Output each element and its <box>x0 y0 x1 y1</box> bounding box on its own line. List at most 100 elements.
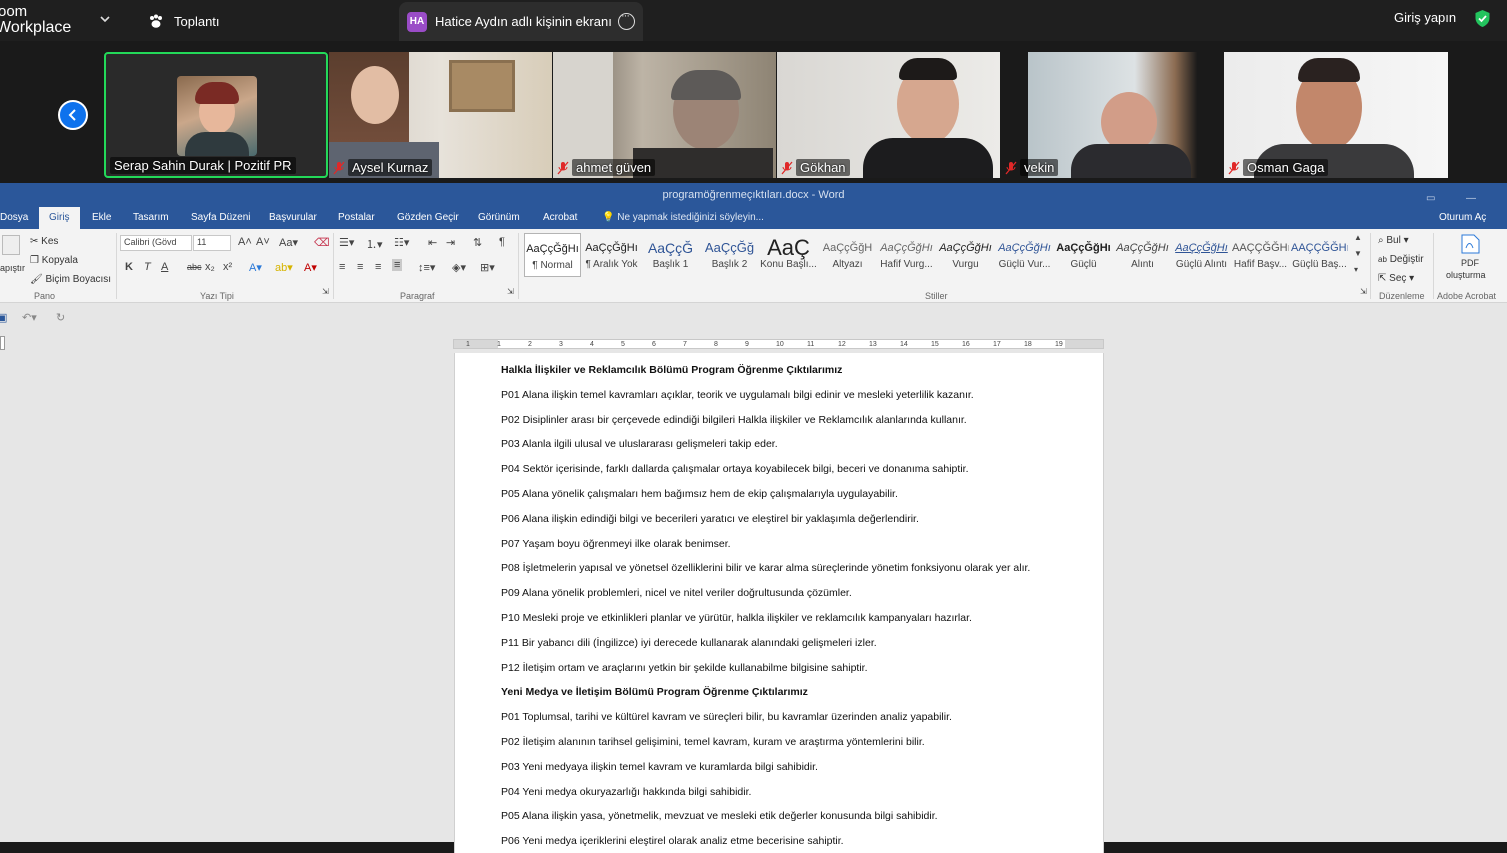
meeting-button[interactable]: Toplantı <box>148 10 220 32</box>
text-effects-icon[interactable]: A▾ <box>249 261 262 274</box>
style-6[interactable]: AaÇçĞğH Altyazı <box>819 233 876 277</box>
participant-tile[interactable]: vekin <box>1001 52 1224 178</box>
tab-acrobat[interactable]: Acrobat <box>543 207 577 229</box>
separator <box>1433 233 1434 299</box>
sort-icon[interactable]: ⇅ <box>473 236 482 249</box>
replace-button[interactable]: ab Değiştir <box>1378 254 1424 265</box>
chevron-down-icon[interactable] <box>98 12 112 26</box>
tell-me-box[interactable]: 💡 Ne yapmak istediğinizi söyleyin... <box>602 207 764 229</box>
separator <box>518 233 519 299</box>
styles-scroll-down[interactable]: ▼ <box>1354 249 1362 258</box>
bullets-icon[interactable]: ☰▾ <box>339 236 354 249</box>
underline-button[interactable]: A <box>161 261 168 273</box>
dialog-launcher-icon[interactable]: ⇲ <box>322 287 329 296</box>
justify-icon[interactable]: ≡ <box>392 259 403 271</box>
redo-icon[interactable]: ↻ <box>56 311 65 324</box>
italic-button[interactable]: T <box>144 261 151 273</box>
font-name-select[interactable]: Calibri (Gövd <box>120 235 192 251</box>
shading-icon[interactable]: ◈▾ <box>452 261 466 274</box>
find-button[interactable]: ⌕ Bul ▾ <box>1378 235 1409 246</box>
participant-tile[interactable]: Serap Sahin Durak | Pozitif PR <box>104 52 328 178</box>
pdf-icon[interactable] <box>1459 234 1481 254</box>
grow-font-icon[interactable]: A˄ <box>238 236 252 248</box>
tab-design[interactable]: Tasarım <box>133 207 169 229</box>
shield-check-icon[interactable] <box>1474 9 1491 28</box>
highlight-icon[interactable]: ab▾ <box>275 261 293 274</box>
style-8[interactable]: AaÇçĞğHı Vurgu <box>937 233 994 277</box>
document-paragraph: P05 Alana ilişkin yasa, yönetmelik, mevz… <box>501 810 938 823</box>
strikethrough-button[interactable]: abc <box>187 262 202 272</box>
format-painter-button[interactable]: 🖌 Biçim Boyacısı <box>30 274 111 285</box>
tab-home[interactable]: Giriş <box>39 207 80 229</box>
document-page[interactable]: Halkla İlişkiler ve Reklamcılık Bölümü P… <box>454 353 1104 853</box>
style-7[interactable]: AaÇçĞğHı Hafif Vurg... <box>878 233 935 277</box>
signin-button[interactable]: Giriş yapın <box>1394 10 1456 25</box>
style-13[interactable]: AAÇÇĞĞHı Hafif Başv... <box>1232 233 1289 277</box>
align-right-icon[interactable]: ≡ <box>375 261 381 273</box>
save-icon[interactable]: ▣ <box>0 311 7 324</box>
tab-references[interactable]: Başvurular <box>269 207 317 229</box>
document-paragraph: P04 Yeni medya okuryazarlığı hakkında bi… <box>501 785 752 798</box>
pdf-create-label[interactable]: oluşturma <box>1446 270 1486 280</box>
dialog-launcher-icon[interactable]: ⇲ <box>1360 287 1367 296</box>
copy-button[interactable]: ❐ Kopyala <box>30 255 78 266</box>
tab-view[interactable]: Görünüm <box>478 207 520 229</box>
undo-icon[interactable]: ↶▾ <box>22 311 37 324</box>
font-color-icon[interactable]: A▾ <box>304 261 317 274</box>
style-14[interactable]: AAÇÇĞĞHı Güçlü Baş... <box>1291 233 1348 277</box>
page-nav-marker <box>0 336 5 350</box>
ruler-tick: 1 <box>497 341 501 348</box>
style-9[interactable]: AaÇçĞğHı Güçlü Vur... <box>996 233 1053 277</box>
ruler-tick: 4 <box>590 341 594 348</box>
select-button[interactable]: ⇱ Seç ▾ <box>1378 273 1414 284</box>
signin-link[interactable]: Oturum Aç <box>1439 207 1486 229</box>
decrease-indent-icon[interactable]: ⇤ <box>428 236 437 249</box>
paste-button[interactable]: apıştır <box>0 263 25 273</box>
ruler-tick: 8 <box>714 341 718 348</box>
tab-insert[interactable]: Ekle <box>92 207 111 229</box>
style-12[interactable]: AaÇçĞğHı Güçlü Alıntı <box>1173 233 1230 277</box>
tab-review[interactable]: Gözden Geçir <box>397 207 459 229</box>
more-icon[interactable] <box>618 10 635 30</box>
increase-indent-icon[interactable]: ⇥ <box>446 236 455 249</box>
style-4[interactable]: AaÇçĞğ Başlık 2 <box>701 233 758 277</box>
cut-button[interactable]: ✂ Kes <box>30 236 58 247</box>
font-size-select[interactable]: 11 <box>193 235 231 251</box>
style-3[interactable]: AaÇçĞ Başlık 1 <box>642 233 699 277</box>
subscript-button[interactable]: x₂ <box>205 261 215 273</box>
dialog-launcher-icon[interactable]: ⇲ <box>507 287 514 296</box>
multilevel-icon[interactable]: ☷▾ <box>394 236 409 249</box>
pilcrow-icon[interactable]: ¶ <box>499 236 505 248</box>
numbering-icon[interactable]: ⒈▾ <box>366 236 383 252</box>
align-left-icon[interactable]: ≡ <box>339 261 345 273</box>
tab-file[interactable]: Dosya <box>0 207 28 229</box>
pdf-label[interactable]: PDF <box>1461 258 1479 268</box>
participant-tile[interactable]: Osman Gaga <box>1224 52 1448 178</box>
previous-page-button[interactable] <box>58 100 88 130</box>
ruler-tick: 5 <box>621 341 625 348</box>
styles-scroll-up[interactable]: ▲ <box>1354 233 1362 242</box>
screen-share-tab[interactable]: HA Hatice Aydın adlı kişinin ekranı <box>399 2 643 41</box>
align-center-icon[interactable]: ≡ <box>357 261 363 273</box>
style-2[interactable]: AaÇçĞğHı ¶ Aralık Yok <box>583 233 640 277</box>
change-case-icon[interactable]: Aa▾ <box>279 236 298 249</box>
tab-layout[interactable]: Sayfa Düzeni <box>191 207 250 229</box>
style-1[interactable]: AaÇçĞğHı ¶ Normal <box>524 233 581 277</box>
paste-icon[interactable] <box>2 235 20 255</box>
shrink-font-icon[interactable]: A˅ <box>256 236 270 248</box>
bold-button[interactable]: K <box>125 261 133 273</box>
borders-icon[interactable]: ⊞▾ <box>480 261 495 274</box>
tab-mailings[interactable]: Postalar <box>338 207 375 229</box>
line-spacing-icon[interactable]: ↕≡▾ <box>418 261 435 274</box>
participant-tile[interactable]: Gökhan <box>777 52 1000 178</box>
style-11[interactable]: AaÇçĞğHı Alıntı <box>1114 233 1171 277</box>
participant-tile[interactable]: Aysel Kurnaz <box>329 52 552 178</box>
participant-tile[interactable]: ahmet güven <box>553 52 776 178</box>
horizontal-ruler[interactable]: 1 1 2 3 4 5 6 7 8 9 10 11 12 13 14 15 16 17 18 19 <box>453 339 1104 349</box>
style-10[interactable]: AaÇçĞğHı Güçlü <box>1055 233 1112 277</box>
style-5[interactable]: AaÇ Konu Başlı... <box>760 233 817 277</box>
format-painter-label: Biçim Boyacısı <box>45 274 112 285</box>
clear-format-icon[interactable]: ⌫ <box>314 236 330 249</box>
styles-more[interactable]: ▾ <box>1354 265 1358 274</box>
superscript-button[interactable]: x² <box>223 261 232 273</box>
